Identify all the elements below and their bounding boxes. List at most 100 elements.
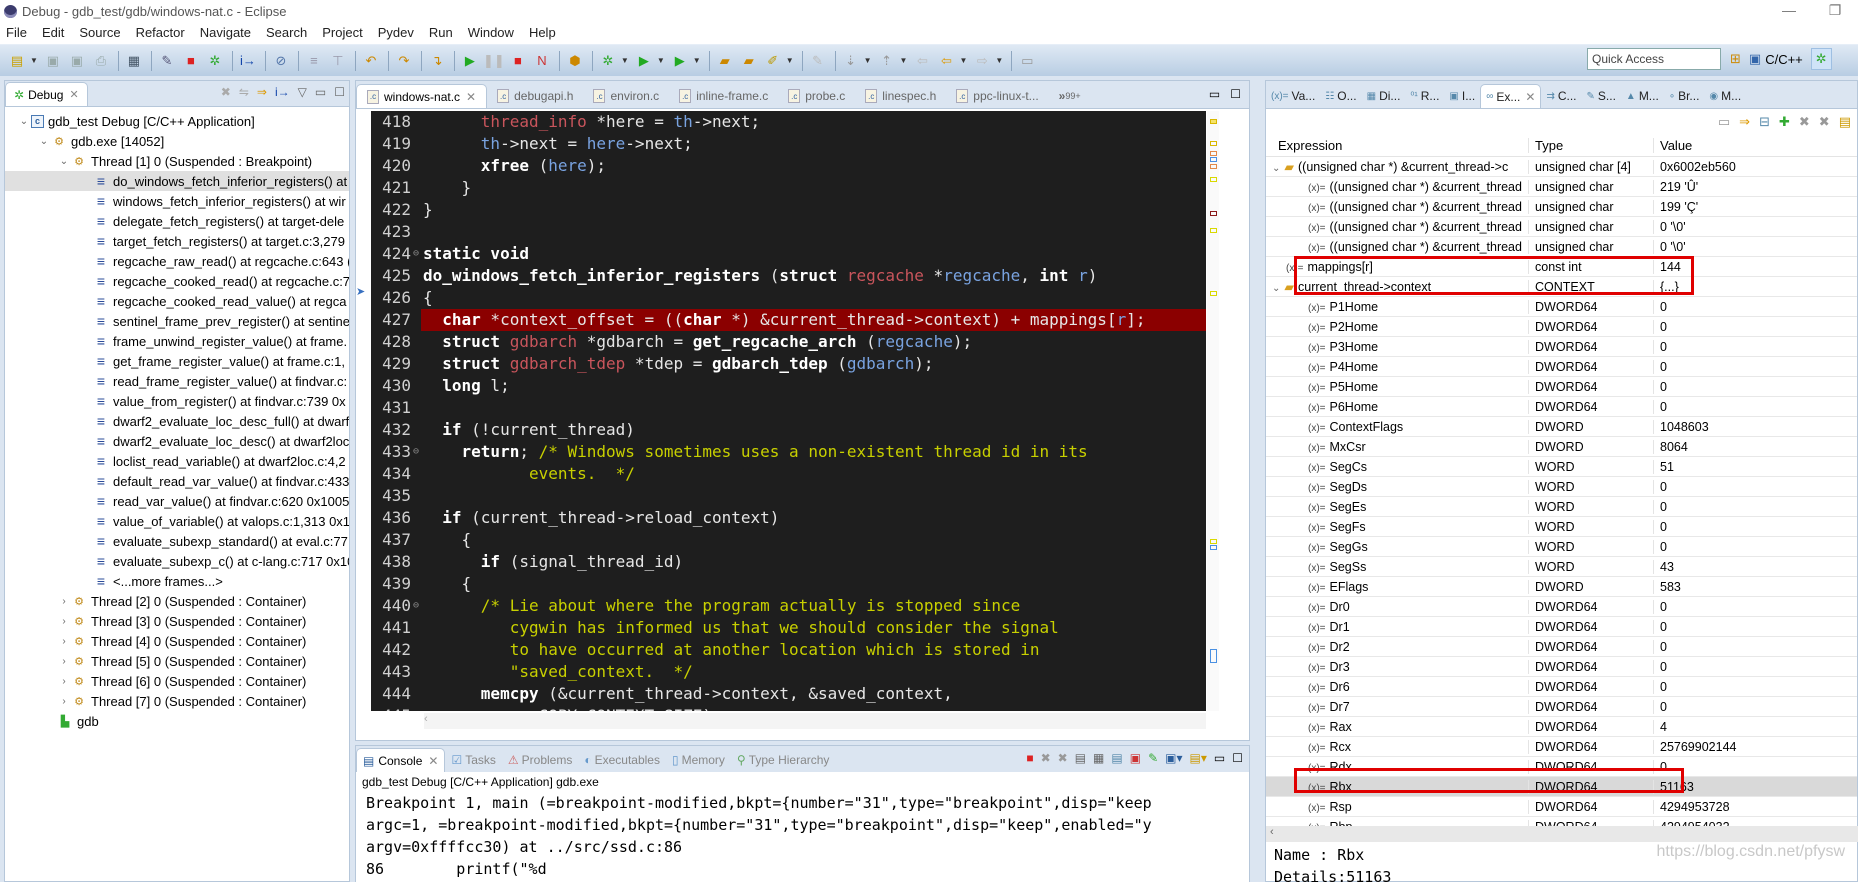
- coverage-icon[interactable]: ▶: [669, 50, 691, 72]
- clear-console-icon[interactable]: ▤: [1075, 751, 1086, 765]
- next-annotation-dropdown-icon[interactable]: ▼: [864, 56, 872, 65]
- editor-tab-overflow[interactable]: » 99+: [1049, 84, 1091, 108]
- chevron-down-icon[interactable]: ⌄: [57, 156, 71, 167]
- tab-outline[interactable]: ☷ O...: [1320, 84, 1361, 108]
- horizontal-scrollbar[interactable]: ‹: [424, 713, 1206, 729]
- thread-node[interactable]: › ⚙ Thread [2] 0 (Suspended : Container): [5, 591, 349, 611]
- print-icon[interactable]: ⎙: [90, 50, 112, 72]
- code-line[interactable]: 443 "saved_context. */: [371, 661, 1206, 683]
- thread-node[interactable]: › ⚙ Thread [3] 0 (Suspended : Container): [5, 611, 349, 631]
- marker-icon[interactable]: [1210, 141, 1217, 146]
- thread-node[interactable]: › ⚙ Thread [5] 0 (Suspended : Container): [5, 651, 349, 671]
- binary-icon[interactable]: ▦: [123, 50, 145, 72]
- menu-edit[interactable]: Edit: [42, 25, 64, 40]
- code-line[interactable]: 431: [371, 397, 1206, 419]
- minimize-icon[interactable]: ▭: [1209, 87, 1220, 101]
- stack-frame[interactable]: ≡ value_of_variable() at valops.c:1,313 0…: [5, 511, 349, 531]
- expression-row[interactable]: (x)= Rcx DWORD64 25769902144: [1266, 737, 1857, 757]
- debug-dropdown-icon[interactable]: ▼: [621, 56, 629, 65]
- pin-console-icon[interactable]: ✎: [1148, 751, 1158, 765]
- expression-row[interactable]: (x)= P3Home DWORD64 0: [1266, 337, 1857, 357]
- stack-frame[interactable]: ≡ dwarf2_evaluate_loc_desc() at dwarf2loc: [5, 431, 349, 451]
- thread-node[interactable]: › ⚙ Thread [6] 0 (Suspended : Container): [5, 671, 349, 691]
- editor-tab[interactable]: .c environ.c: [583, 84, 669, 108]
- stack-frame[interactable]: ≡ regcache_cooked_read_value() at regca: [5, 291, 349, 311]
- code-line[interactable]: 432 if (!current_thread): [371, 419, 1206, 441]
- expression-row[interactable]: (x)= P2Home DWORD64 0: [1266, 317, 1857, 337]
- debug-icon[interactable]: ✲: [597, 50, 619, 72]
- code-line[interactable]: 438 if (signal_thread_id): [371, 551, 1206, 573]
- stack-frame[interactable]: ≡ read_var_value() at findvar.c:620 0x100…: [5, 491, 349, 511]
- chevron-right-icon[interactable]: ›: [57, 656, 71, 667]
- expression-row[interactable]: (x)= P4Home DWORD64 0: [1266, 357, 1857, 377]
- instruction-step-icon[interactable]: i→: [237, 50, 259, 72]
- code-line[interactable]: 444 memcpy (&current_thread->context, &s…: [371, 683, 1206, 705]
- expression-row[interactable]: (x)= Dr0 DWORD64 0: [1266, 597, 1857, 617]
- menu-project[interactable]: Project: [322, 25, 362, 40]
- expression-row[interactable]: (x)= Rdx DWORD64 0: [1266, 757, 1857, 777]
- code-line[interactable]: 436 if (current_thread->reload_context): [371, 507, 1206, 529]
- editor-tab[interactable]: .c probe.c: [778, 84, 855, 108]
- annotation-icon[interactable]: ✎: [807, 50, 829, 72]
- expression-row[interactable]: (x)= SegDs WORD 0: [1266, 477, 1857, 497]
- minimize-icon[interactable]: ▭: [1214, 751, 1225, 765]
- marker-icon[interactable]: [1210, 545, 1217, 550]
- pen-dropdown-icon[interactable]: ▼: [786, 56, 794, 65]
- collapse-all-icon[interactable]: ⊟: [1759, 114, 1770, 130]
- display-console-icon[interactable]: ▣▾: [1165, 751, 1182, 765]
- expression-row[interactable]: (x)= SegSs WORD 43: [1266, 557, 1857, 577]
- expression-row[interactable]: (x)= ContextFlags DWORD 1048603: [1266, 417, 1857, 437]
- step-return-icon[interactable]: ↶: [360, 50, 382, 72]
- stack-frame[interactable]: ≡ evaluate_subexp_standard() at eval.c:77: [5, 531, 349, 551]
- forward-dropdown-icon[interactable]: ▼: [995, 56, 1003, 65]
- expression-row[interactable]: (x)= mappings[r] const int 144: [1266, 257, 1857, 277]
- expression-row[interactable]: (x)= Dr2 DWORD64 0: [1266, 637, 1857, 657]
- tab-tasks[interactable]: ☑ Tasks: [445, 748, 501, 772]
- code-line[interactable]: 428 struct gdbarch *gdbarch = get_regcac…: [371, 331, 1206, 353]
- fold-icon[interactable]: ⊖: [413, 441, 421, 463]
- editor-tab[interactable]: .c ppc-linux-t...: [946, 84, 1048, 108]
- menu-pydev[interactable]: Pydev: [378, 25, 414, 40]
- run-icon[interactable]: ▶: [633, 50, 655, 72]
- save-icon[interactable]: ▣: [42, 50, 64, 72]
- overview-ruler[interactable]: [1207, 111, 1219, 711]
- tab-executables[interactable]: ◐ Executables: [578, 748, 666, 772]
- expression-row[interactable]: (x)= Rsp DWORD64 4294953728: [1266, 797, 1857, 817]
- chevron-right-icon[interactable]: ›: [57, 616, 71, 627]
- forward-icon[interactable]: ⇨: [971, 50, 993, 72]
- code-line[interactable]: 435: [371, 485, 1206, 507]
- code-editor[interactable]: 418 thread_info *here = th->next; 419 th-…: [371, 111, 1206, 711]
- terminate-icon[interactable]: ■: [507, 50, 529, 72]
- marker-icon[interactable]: [1210, 228, 1217, 233]
- new-dropdown-icon[interactable]: ▼: [30, 56, 38, 65]
- new-icon[interactable]: ▤: [6, 50, 28, 72]
- add-watch-icon[interactable]: ✚: [1779, 114, 1790, 130]
- remove-terminated-icon[interactable]: ✖: [221, 85, 231, 99]
- chevron-right-icon[interactable]: ›: [57, 696, 71, 707]
- fold-icon[interactable]: ⊖: [413, 243, 421, 265]
- stack-frame[interactable]: ≡ dwarf2_evaluate_loc_desc_full() at dwar…: [5, 411, 349, 431]
- tab-problems[interactable]: ⚠ Problems: [502, 748, 578, 772]
- close-icon[interactable]: ✕: [466, 90, 476, 104]
- view-menu-icon[interactable]: ▽: [298, 85, 307, 99]
- expression-row[interactable]: (x)= P1Home DWORD64 0: [1266, 297, 1857, 317]
- menu-refactor[interactable]: Refactor: [136, 25, 185, 40]
- tab-breakpoints[interactable]: ∘ Br...: [1664, 84, 1705, 108]
- show-on-output-icon[interactable]: ▣: [1130, 751, 1141, 765]
- open-perspective-icon[interactable]: ⬢: [564, 50, 586, 72]
- expression-row[interactable]: (x)= ((unsigned char *) &current_thread un…: [1266, 217, 1857, 237]
- show-type-names-icon[interactable]: ▭: [1718, 114, 1730, 130]
- chevron-down-icon[interactable]: ⌄: [1272, 283, 1280, 294]
- menu-window[interactable]: Window: [468, 25, 514, 40]
- run-dropdown-icon[interactable]: ▼: [657, 56, 665, 65]
- quick-access-input[interactable]: Quick Access: [1587, 48, 1721, 70]
- chevron-right-icon[interactable]: ›: [57, 636, 71, 647]
- suspend-icon[interactable]: ❚❚: [483, 50, 505, 72]
- menu-search[interactable]: Search: [266, 25, 307, 40]
- open-folder2-icon[interactable]: ▰: [738, 50, 760, 72]
- expression-row[interactable]: (x)= Dr1 DWORD64 0: [1266, 617, 1857, 637]
- expression-row[interactable]: (x)= P6Home DWORD64 0: [1266, 397, 1857, 417]
- disconnect-icon[interactable]: N: [531, 50, 553, 72]
- stack-frame[interactable]: ≡ get_frame_register_value() at frame.c:1…: [5, 351, 349, 371]
- launch-node[interactable]: ⌄ c gdb_test Debug [C/C++ Application]: [5, 111, 349, 131]
